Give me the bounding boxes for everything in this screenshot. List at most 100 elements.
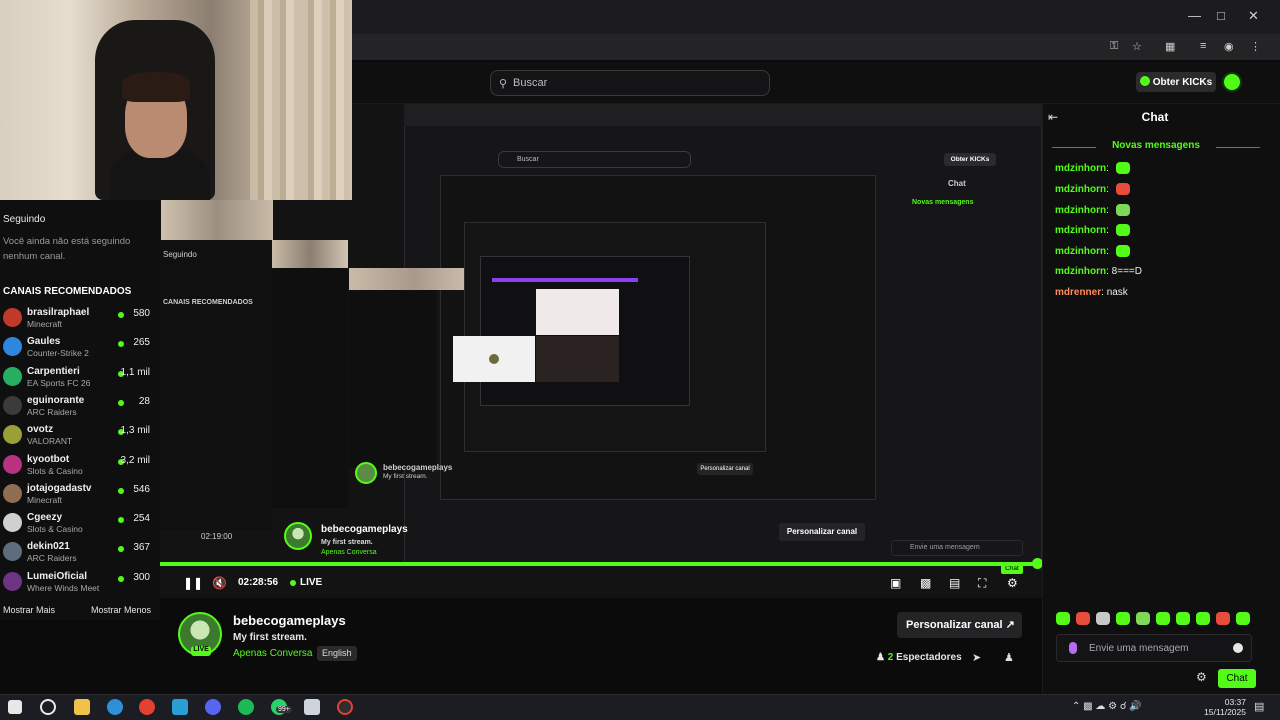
pip-icon[interactable]: ▤ [949, 576, 960, 590]
file-explorer-icon[interactable] [74, 699, 90, 715]
person-hair-graphic [122, 72, 190, 102]
emote-bar[interactable] [1056, 612, 1256, 630]
nested-chat-input: Envie uma mensagem [891, 540, 1023, 556]
show-more-button[interactable]: Mostrar Mais [3, 605, 55, 615]
search-icon: ⚲ [499, 78, 508, 90]
channel-category: Slots & Casino [27, 465, 83, 476]
get-kicks-button[interactable]: Obter KICKs [1136, 72, 1216, 92]
pause-icon[interactable]: ❚❚ [183, 576, 203, 590]
mute-icon[interactable]: 🔇 [212, 576, 227, 590]
follow-user-icon[interactable]: ♟ [1004, 651, 1014, 664]
emote-icon[interactable] [1096, 612, 1110, 625]
chat-message[interactable]: mdrenner: nask [1055, 287, 1128, 305]
chat-settings-icon[interactable]: ⚙ [1196, 670, 1207, 684]
stream-category-link[interactable]: Apenas Conversa [233, 648, 313, 659]
clip-icon[interactable]: ▩ [920, 576, 931, 590]
playback-progress[interactable] [160, 562, 1040, 566]
channel-avatar [3, 395, 22, 415]
chat-message[interactable]: mdzinhorn: [1055, 182, 1130, 201]
emoji-icon[interactable] [1233, 643, 1243, 653]
close-icon[interactable]: ✕ [1248, 8, 1259, 24]
extensions-icon[interactable]: ▦ [1165, 40, 1175, 53]
minimize-icon[interactable]: — [1188, 8, 1201, 23]
telegram-icon[interactable] [172, 699, 188, 715]
chat-message[interactable]: mdzinhorn: [1055, 224, 1130, 242]
media-control-icon[interactable]: ≡ [1200, 40, 1206, 52]
channel-item[interactable]: jotajogadastv Minecraft 546 [0, 481, 160, 510]
viewers-icon: ♟ [876, 652, 885, 663]
curtain-graphic [300, 0, 350, 200]
streamer-name[interactable]: bebecogameplays [233, 613, 346, 628]
chrome-icon[interactable] [139, 699, 155, 715]
search-input[interactable]: ⚲ Buscar [490, 70, 770, 96]
chat-username[interactable]: mdzinhorn [1055, 246, 1106, 257]
emote-icon[interactable] [1136, 612, 1150, 625]
emote-icon[interactable] [1076, 612, 1090, 625]
channel-viewers: 546 [133, 483, 150, 495]
tray-icons[interactable]: ⌃ ▩ ☁ ⚙ ☌ 🔊 [1072, 701, 1142, 712]
chat-username[interactable]: mdzinhorn [1055, 184, 1106, 195]
external-link-icon: ↗ [1005, 619, 1015, 631]
nested-purple-bar [492, 278, 638, 282]
settings-gear-icon[interactable]: ⚙ [1007, 576, 1018, 590]
chat-message[interactable]: mdzinhorn: 8===D [1055, 266, 1142, 284]
emote-icon[interactable] [1156, 612, 1170, 625]
chat-message-input[interactable]: Envie uma mensagem [1056, 634, 1252, 662]
theater-mode-icon[interactable]: ▣ [890, 576, 901, 590]
chat-username[interactable]: mdzinhorn [1055, 205, 1106, 216]
spotify-icon[interactable] [238, 699, 254, 715]
nested-following-heading: Seguindo [163, 250, 197, 259]
channel-category: Counter-Strike 2 [27, 348, 89, 359]
emote-icon[interactable] [1216, 612, 1230, 625]
channel-item[interactable]: eguinorante ARC Raiders 28 [0, 393, 160, 422]
emote-icon[interactable] [1236, 612, 1250, 625]
language-tag[interactable]: English [317, 646, 357, 661]
chat-username[interactable]: mdrenner [1055, 287, 1101, 298]
search-icon[interactable] [40, 699, 56, 715]
chat-send-button[interactable]: Chat [1218, 669, 1256, 688]
channel-item[interactable]: brasilraphael Minecraft 580 [0, 305, 160, 334]
chat-message[interactable]: mdzinhorn: [1055, 203, 1130, 222]
channel-item[interactable]: kyootbot Slots & Casino 3,2 mil [0, 452, 160, 481]
emote-icon[interactable] [1196, 612, 1210, 625]
channel-item[interactable]: dekin021 ARC Raiders 367 [0, 539, 160, 568]
channel-item[interactable]: Cgeezy Slots & Casino 254 [0, 510, 160, 539]
chat-username[interactable]: mdzinhorn [1055, 225, 1106, 236]
profile-icon[interactable]: ◉ [1224, 40, 1234, 53]
edge-icon[interactable] [107, 699, 123, 715]
nested-streamer-avatar [355, 462, 377, 484]
notepad-icon[interactable] [304, 699, 320, 715]
show-less-button[interactable]: Mostrar Menos [91, 605, 151, 615]
taskbar-clock[interactable]: 03:37 15/11/2025 [1196, 697, 1246, 717]
fullscreen-icon[interactable]: ⛶ [978, 576, 986, 591]
browser-menu-icon[interactable]: ⋮ [1250, 40, 1261, 53]
nested-avatar-dot [489, 354, 499, 364]
personalize-channel-button[interactable]: Personalizar canal ↗ [897, 612, 1022, 638]
microphone-icon[interactable] [1069, 642, 1077, 654]
chat-username[interactable]: mdzinhorn [1055, 163, 1106, 174]
channel-item[interactable]: Carpentieri EA Sports FC 26 1,1 mil [0, 364, 160, 393]
chat-message[interactable]: mdzinhorn: [1055, 245, 1130, 263]
live-label[interactable]: LIVE [300, 577, 322, 588]
emote-icon[interactable] [1176, 612, 1190, 625]
password-key-icon[interactable]: ⚿ [1110, 40, 1118, 53]
share-icon[interactable]: ➤ [972, 651, 981, 664]
notifications-icon[interactable]: ▤ [1254, 700, 1264, 713]
nested-browser-bar [404, 104, 1042, 126]
emote-icon[interactable] [1056, 612, 1070, 625]
user-avatar[interactable] [1222, 72, 1242, 92]
nested-new-messages: Novas mensagens [912, 199, 974, 206]
channel-item[interactable]: LumeiOficial Where Winds Meet 300 [0, 569, 160, 598]
maximize-icon[interactable]: □ [1217, 8, 1225, 23]
bookmark-star-icon[interactable]: ☆ [1132, 40, 1142, 53]
emote-icon[interactable] [1116, 612, 1130, 625]
chat-username[interactable]: mdzinhorn [1055, 266, 1106, 277]
channel-avatar [3, 483, 22, 503]
live-badge: LIVE [191, 646, 211, 656]
discord-icon[interactable] [205, 699, 221, 715]
chat-message[interactable]: mdzinhorn: [1055, 162, 1130, 180]
channel-item[interactable]: ovotz VALORANT 1,3 mil [0, 422, 160, 451]
windows-start-icon[interactable] [8, 700, 22, 714]
channel-item[interactable]: Gaules Counter-Strike 2 265 [0, 334, 160, 363]
obs-icon[interactable] [337, 699, 353, 715]
